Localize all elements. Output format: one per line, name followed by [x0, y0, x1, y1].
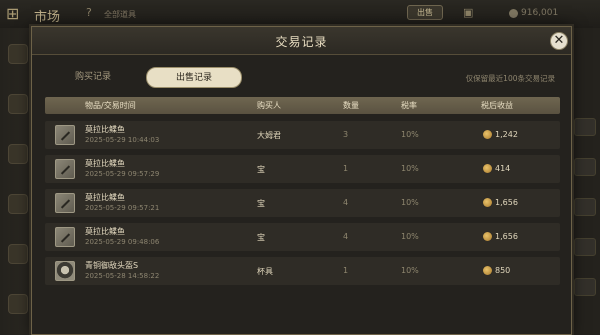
quantity: 4	[343, 232, 349, 241]
retention-hint: 仅保留最近100条交易记录	[465, 74, 555, 83]
quantity: 4	[343, 198, 349, 207]
right-panel	[570, 28, 600, 335]
buyer-name: 杯具	[257, 267, 273, 276]
col-item-time: 物品/交易时间	[85, 101, 136, 110]
col-quantity: 数量	[343, 101, 359, 110]
coin-icon	[483, 130, 492, 139]
coin-icon	[509, 9, 518, 18]
category-slot[interactable]	[8, 44, 28, 64]
dialog-title: 交易记录	[275, 35, 328, 49]
table-row[interactable]: 莫拉比鲽鱼 2025-05-29 09:57:21 宝 4 10% 1,656	[45, 189, 560, 217]
category-slot[interactable]	[8, 294, 28, 314]
help-icon[interactable]: ?	[86, 6, 92, 19]
category-slot[interactable]	[8, 144, 28, 164]
net-income: 1,656	[495, 232, 518, 241]
sell-button[interactable]: 出售	[407, 5, 443, 20]
table-header: 物品/交易时间 购买人 数量 税率 税后收益	[45, 97, 560, 114]
coin-icon	[483, 266, 492, 275]
quantity: 3	[343, 130, 349, 139]
trade-time: 2025-05-29 09:48:06	[85, 238, 160, 246]
coin-icon	[483, 164, 492, 173]
item-name: 莫拉比鲽鱼	[85, 159, 125, 168]
coin-balance: 916,001	[521, 8, 559, 18]
category-slot[interactable]	[8, 244, 28, 264]
net-income: 414	[495, 164, 511, 173]
top-bar: ⊞ 市场 ? 全部道具 出售 ▣ 916,001	[0, 0, 600, 28]
category-label[interactable]: 全部道具	[104, 9, 136, 20]
item-name: 莫拉比鲽鱼	[85, 193, 125, 202]
net-income: 1,656	[495, 198, 518, 207]
col-tax-rate: 税率	[401, 101, 417, 110]
item-slot[interactable]	[574, 158, 596, 176]
buyer-name: 宝	[257, 233, 265, 242]
quantity: 1	[343, 164, 349, 173]
coin-icon	[483, 232, 492, 241]
buyer-name: 大姆君	[257, 131, 281, 140]
tax-rate: 10%	[401, 164, 419, 173]
trade-time: 2025-05-29 09:57:29	[85, 170, 160, 178]
fish-icon	[55, 193, 75, 213]
net-income: 1,242	[495, 130, 518, 139]
item-name: 莫拉比鲽鱼	[85, 125, 125, 134]
buyer-name: 宝	[257, 199, 265, 208]
tab-sale-records[interactable]: 出售记录	[146, 67, 242, 88]
tax-rate: 10%	[401, 232, 419, 241]
table-row[interactable]: 莫拉比鲽鱼 2025-05-29 10:44:03 大姆君 3 10% 1,24…	[45, 121, 560, 149]
item-name: 莫拉比鲽鱼	[85, 227, 125, 236]
coin-icon	[483, 198, 492, 207]
bag-icon[interactable]: ▣	[463, 6, 473, 19]
table-row[interactable]: 莫拉比鲽鱼 2025-05-29 09:57:29 宝 1 10% 414	[45, 155, 560, 183]
fish-icon	[55, 159, 75, 179]
market-icon: ⊞	[6, 4, 20, 23]
col-buyer: 购买人	[257, 101, 281, 110]
helmet-icon	[55, 261, 75, 281]
category-slot[interactable]	[8, 194, 28, 214]
tax-rate: 10%	[401, 130, 419, 139]
tab-purchase-records[interactable]: 购买记录	[45, 67, 141, 88]
trade-time: 2025-05-29 10:44:03	[85, 136, 160, 144]
item-slot[interactable]	[574, 198, 596, 216]
item-slot[interactable]	[574, 118, 596, 136]
trade-time: 2025-05-28 14:58:22	[85, 272, 160, 280]
buyer-name: 宝	[257, 165, 265, 174]
fish-icon	[55, 227, 75, 247]
tax-rate: 10%	[401, 266, 419, 275]
quantity: 1	[343, 266, 349, 275]
table-row[interactable]: 莫拉比鲽鱼 2025-05-29 09:48:06 宝 4 10% 1,656	[45, 223, 560, 251]
net-income: 850	[495, 266, 511, 275]
fish-icon	[55, 125, 75, 145]
col-net-income: 税后收益	[481, 101, 513, 110]
trade-record-dialog: 交易记录 ✕ 购买记录 出售记录 仅保留最近100条交易记录 物品/交易时间 购…	[31, 26, 572, 335]
tax-rate: 10%	[401, 198, 419, 207]
close-icon[interactable]: ✕	[550, 32, 568, 50]
item-slot[interactable]	[574, 238, 596, 256]
item-slot[interactable]	[574, 278, 596, 296]
trade-time: 2025-05-29 09:57:21	[85, 204, 160, 212]
app-title: 市场	[34, 10, 61, 25]
dialog-header: 交易记录 ✕	[32, 27, 571, 55]
category-slot[interactable]	[8, 94, 28, 114]
table-row[interactable]: 青铜御敌头盔S 2025-05-28 14:58:22 杯具 1 10% 850	[45, 257, 560, 285]
item-name: 青铜御敌头盔S	[85, 261, 139, 270]
